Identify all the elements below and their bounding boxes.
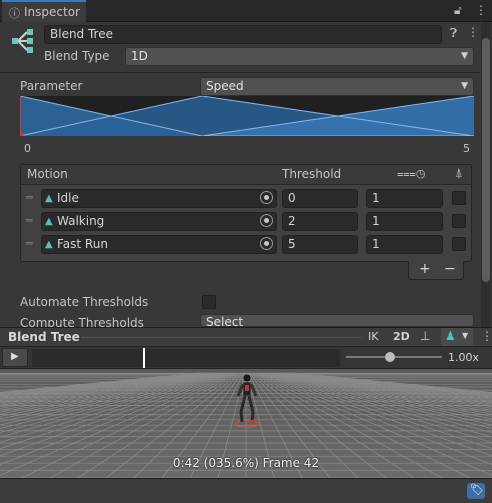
tag-icon: 🏷︎ <box>470 483 484 496</box>
scrollbar-thumb[interactable] <box>482 38 490 282</box>
avatar-icon: ♟ <box>445 329 456 343</box>
motion-table: Motion Threshold ⩶◷ ⍋ ═ ▲ Idle 0 1 ═ ▲ W… <box>20 164 472 262</box>
inspector-tab-bar: ⓘ Inspector 🔓︎ ⋮ <box>0 0 492 22</box>
motion-field-fast-run[interactable]: ▲ Fast Run <box>41 235 277 254</box>
mirror-checkbox[interactable] <box>452 237 466 251</box>
chevron-down-icon: ▼ <box>461 81 468 91</box>
threshold-field[interactable]: 0 <box>282 189 358 208</box>
preview-header: Blend Tree IK 2D ⊥ ♟ ▼ ⋮ <box>0 327 492 347</box>
preview-title: Blend Tree <box>8 330 80 344</box>
animation-clip-icon: ▲ <box>45 216 53 227</box>
blend-graph[interactable] <box>16 95 475 137</box>
speed-field[interactable]: 1 <box>366 235 443 254</box>
section-divider <box>0 72 480 73</box>
speed-field[interactable]: 1 <box>366 189 443 208</box>
ik-toggle[interactable]: IK <box>368 330 378 343</box>
tab-inspector[interactable]: ⓘ Inspector <box>2 0 86 22</box>
tab-label: Inspector <box>24 5 80 19</box>
avatar-dropdown[interactable]: ♟ ▼ <box>441 328 473 346</box>
threshold-field[interactable]: 2 <box>282 212 358 231</box>
asset-label-button[interactable]: 🏷︎ <box>467 483 485 499</box>
playback-speed-readout: 1.00x <box>448 351 480 364</box>
motion-name: Idle <box>57 191 79 205</box>
blend-type-label: Blend Type <box>44 49 110 63</box>
chevron-down-icon: ▼ <box>461 51 468 61</box>
speed-clock-icon: ⩶◷ <box>397 167 426 180</box>
motion-field-walking[interactable]: ▲ Walking <box>41 212 277 231</box>
blend-tree-name-field[interactable]: Blend Tree <box>44 25 442 44</box>
parameter-value: Speed <box>206 79 244 93</box>
preview-controls: ▶ 1.00x <box>0 347 492 369</box>
parameter-dropdown[interactable]: Speed ▼ <box>200 77 474 96</box>
range-max-label: 5 <box>463 142 470 155</box>
motion-name: Fast Run <box>57 237 108 251</box>
pivot-icon[interactable]: ⊥ <box>420 329 430 343</box>
speed-field[interactable]: 1 <box>366 212 443 231</box>
parameter-label: Parameter <box>20 79 83 93</box>
preview-menu-icon[interactable]: ⋮ <box>481 329 492 343</box>
add-motion-button[interactable]: + <box>419 261 431 277</box>
mirror-icon: ⍋ <box>455 166 463 181</box>
mirror-checkbox[interactable] <box>452 214 466 228</box>
character-model <box>232 372 262 428</box>
settings-icon[interactable]: ⋮ <box>467 25 479 39</box>
animation-clip-icon: ▲ <box>45 239 53 250</box>
mode-2d-toggle[interactable]: 2D <box>393 330 410 343</box>
chevron-down-icon: ▼ <box>462 331 469 340</box>
preview-footer: 🏷︎ <box>0 478 492 503</box>
blend-graph-svg <box>16 95 475 137</box>
threshold-field[interactable]: 5 <box>282 235 358 254</box>
object-picker-icon[interactable] <box>260 214 273 227</box>
play-icon: ▶ <box>11 351 19 362</box>
blend-tree-icon <box>10 28 36 54</box>
info-icon: ⓘ <box>9 7 20 20</box>
kebab-menu-icon[interactable]: ⋮ <box>475 3 487 17</box>
range-min-label: 0 <box>24 142 31 155</box>
automate-thresholds-label: Automate Thresholds <box>20 295 149 309</box>
col-motion: Motion <box>27 167 68 181</box>
help-icon[interactable]: ❓︎ <box>450 26 457 41</box>
drag-handle-icon[interactable]: ═ <box>26 191 33 204</box>
blend-type-value: 1D <box>131 49 148 63</box>
drag-handle-icon[interactable]: ═ <box>26 214 33 227</box>
motion-field-idle[interactable]: ▲ Idle <box>41 189 277 208</box>
mirror-checkbox[interactable] <box>452 191 466 205</box>
playback-speed-slider[interactable] <box>346 351 442 363</box>
col-threshold: Threshold <box>282 167 342 181</box>
lock-icon[interactable]: 🔓︎ <box>454 3 462 18</box>
timeline-playhead[interactable] <box>143 348 145 368</box>
preview-status-text: 0:42 (035.6%) Frame 42 <box>172 456 320 470</box>
motion-table-header: Motion Threshold ⩶◷ ⍋ <box>21 165 471 185</box>
play-button[interactable]: ▶ <box>2 348 28 367</box>
automate-thresholds-checkbox[interactable] <box>202 295 216 309</box>
object-picker-icon[interactable] <box>260 191 273 204</box>
animation-clip-icon: ▲ <box>45 193 53 204</box>
preview-drag-strip[interactable] <box>82 337 362 338</box>
remove-motion-button[interactable]: − <box>444 261 456 277</box>
blend-type-dropdown[interactable]: 1D ▼ <box>125 47 474 66</box>
compute-thresholds-dropdown[interactable]: Select <box>200 314 474 327</box>
add-remove-controls: + − <box>408 261 464 280</box>
preview-timeline[interactable] <box>32 348 340 368</box>
slider-knob[interactable] <box>385 352 395 362</box>
compute-thresholds-value: Select <box>206 315 244 327</box>
motion-name: Walking <box>57 214 105 228</box>
drag-handle-icon[interactable]: ═ <box>26 237 33 250</box>
object-picker-icon[interactable] <box>260 237 273 250</box>
preview-viewport[interactable]: 0:42 (035.6%) Frame 42 <box>0 369 492 478</box>
